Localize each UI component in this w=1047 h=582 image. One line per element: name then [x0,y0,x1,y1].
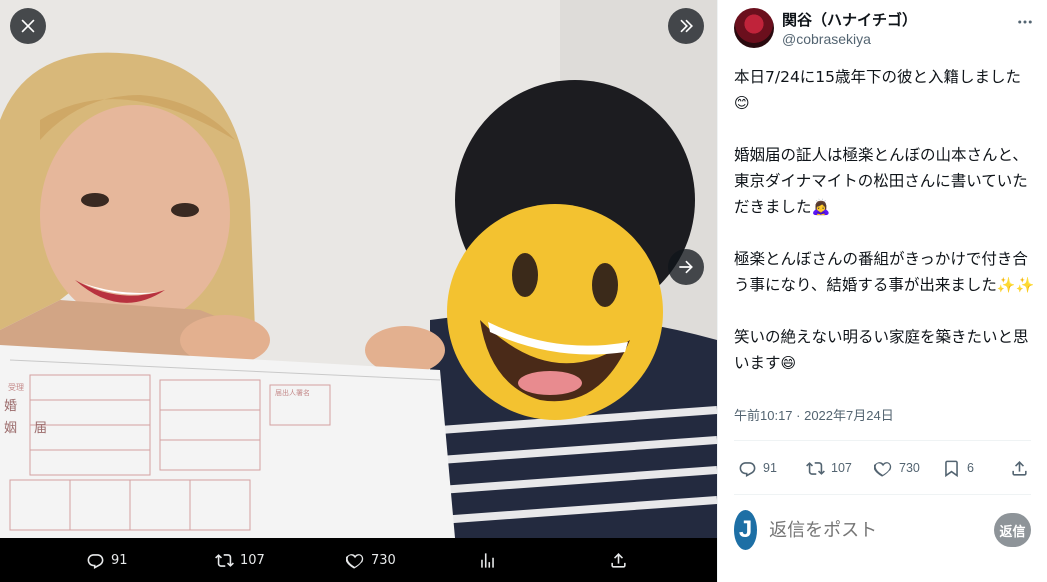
more-options-button[interactable] [1013,10,1037,34]
reply-count: 91 [763,461,777,475]
tweet-timestamp[interactable]: 午前10:17 · 2022年7月24日 [734,405,894,424]
divider [734,494,1031,495]
repost-count: 107 [831,461,852,475]
sparkles-emoji: ✨✨ [996,276,1035,294]
document-box-label: 届出人署名 [275,388,310,397]
reply-button[interactable]: 91 [738,452,777,484]
document-title-char-1: 婚 [4,399,17,414]
tweet-actions: 91 107 730 6 [734,452,1031,484]
tweet-paragraph: 本日7/24に15歳年下の彼と入籍しました😊 [734,64,1036,116]
like-button[interactable]: 730 [874,452,920,484]
media-viewer-app: 婚 姻 届 受理 届出人署名 91 107 730 関谷（ハナイチゴ） @cob… [0,0,1047,582]
document-title-char-3: 届 [34,421,47,436]
views-chart-icon [481,552,494,568]
tweet-paragraph: 笑いの絶えない明るい家庭を築きたいと思います😄 [734,324,1036,376]
expand-panel-button[interactable] [668,8,704,44]
repost-button[interactable]: 107 [806,452,852,484]
tweet-detail-panel: 関谷（ハナイチゴ） @cobrasekiya 本日7/24に15歳年下の彼と入籍… [717,0,1047,582]
close-button[interactable] [10,8,46,44]
current-user-avatar[interactable]: J [734,510,758,550]
reply-submit-button[interactable]: 返信 [994,513,1031,547]
share-icon [1012,460,1027,476]
tweet-text: 本日7/24に15歳年下の彼と入籍しました😊 婚姻届の証人は極楽とんぼの山本さん… [734,64,1036,376]
author-handle[interactable]: @cobrasekiya [782,31,917,47]
author-display-name[interactable]: 関谷（ハナイチゴ） [782,9,917,30]
grin-emoji: 😄 [780,354,797,372]
media-like-count: 730 [371,552,396,568]
bookmark-icon [945,460,958,477]
media-repost-count: 107 [240,552,265,568]
author-avatar[interactable] [734,8,774,48]
tweet-photo: 婚 姻 届 受理 届出人署名 [0,0,717,538]
reply-icon [739,461,756,477]
media-action-bar: 91 107 730 [0,538,717,582]
reply-icon [87,553,104,569]
heart-icon [874,461,892,477]
reply-input[interactable] [769,519,995,541]
bookmark-count: 6 [967,461,974,475]
tweet-paragraph: 極楽とんぼさんの番組がきっかけで付き合う事になり、結婚する事が出来ました✨✨ [734,246,1036,298]
reply-composer: J 返信 [734,508,1031,552]
share-icon [611,552,626,568]
next-media-button[interactable] [668,249,704,285]
media-viewer: 婚 姻 届 受理 届出人署名 91 107 730 [0,0,717,582]
repost-icon [215,553,234,567]
media-share-button[interactable] [609,538,628,582]
document-title-char-2: 姻 [4,421,17,436]
smile-emoji: 😊 [734,94,750,112]
divider [734,440,1031,441]
media-reply-count: 91 [111,552,128,568]
tweet-author[interactable]: 関谷（ハナイチゴ） @cobrasekiya [734,8,917,48]
media-like-button[interactable]: 730 [346,538,396,582]
document-stamp: 受理 [8,382,24,392]
more-dots-icon [1018,20,1032,24]
double-chevron-right-icon [680,19,693,33]
media-reply-button[interactable]: 91 [86,538,128,582]
arrow-right-icon [679,260,693,274]
share-button[interactable] [1010,452,1029,484]
heart-icon [346,553,364,569]
close-icon [21,19,35,33]
bookmark-button[interactable]: 6 [942,452,974,484]
media-repost-button[interactable]: 107 [215,538,265,582]
bowing-emoji: 🙇‍♀️ [811,198,831,216]
media-views-button[interactable] [478,538,497,582]
like-count: 730 [899,461,920,475]
tweet-paragraph: 婚姻届の証人は極楽とんぼの山本さんと、東京ダイナマイトの松田さんに書いていただき… [734,142,1036,220]
repost-icon [806,461,825,475]
